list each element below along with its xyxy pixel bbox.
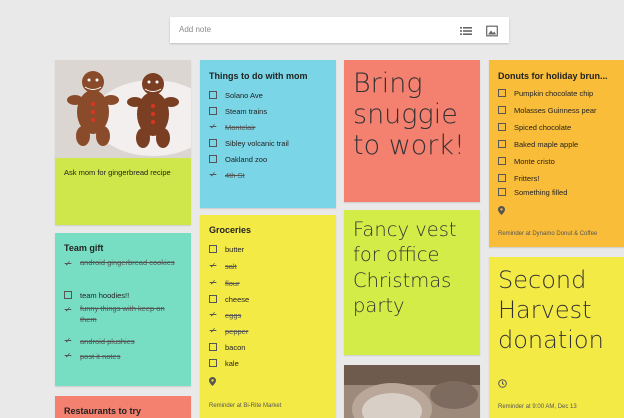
checklist-item[interactable]: Monte cristo [498, 154, 555, 168]
checkbox[interactable] [498, 140, 506, 148]
checklist-item[interactable]: ✓ android plushies [64, 334, 135, 348]
checklist-item[interactable]: kale [209, 356, 239, 370]
checklist-item[interactable]: ✓ eggs [209, 308, 242, 322]
checkbox[interactable] [209, 343, 217, 351]
checkbox[interactable] [498, 123, 506, 131]
image-icon[interactable] [486, 24, 498, 37]
check-icon[interactable]: ✓ [209, 327, 217, 335]
note-team-gift[interactable]: Team gift ✓ android gingerbread cookies t… [55, 233, 191, 386]
check-icon[interactable]: ✓ [209, 171, 217, 179]
checklist-item[interactable]: butter [209, 242, 244, 256]
add-note-input[interactable] [179, 25, 439, 34]
checkbox[interactable] [498, 106, 506, 114]
checklist-item[interactable]: Molasses Guinness pear [498, 103, 597, 117]
note-text: Ask mom for gingerbread recipe [64, 168, 171, 177]
check-icon[interactable]: ✓ [209, 311, 217, 319]
checkbox[interactable] [209, 91, 217, 99]
reminder-text: Reminder at 9:00 AM, Dec 13 [498, 404, 577, 410]
checklist-item[interactable]: ✓ salt [209, 259, 237, 273]
gingerbread-photo [55, 60, 191, 158]
note-text: Fancy vest for office Christmas party [353, 218, 457, 318]
check-icon[interactable]: ✓ [64, 306, 72, 314]
note-text: Second Harvest donation [498, 266, 604, 354]
checklist-item[interactable]: ✓ pepper [209, 324, 249, 338]
checkbox[interactable] [209, 155, 217, 163]
checklist-item[interactable]: Pumpkin chocolate chip [498, 86, 593, 100]
checkbox[interactable] [209, 295, 217, 303]
checklist-item[interactable]: Solano Ave [209, 88, 263, 102]
checklist-item[interactable]: Fritters! [498, 171, 539, 185]
coffee-photo [344, 365, 480, 418]
check-icon[interactable]: ✓ [209, 123, 217, 131]
checklist-item[interactable]: Sibley volcanic trail [209, 136, 289, 150]
note-second-harvest[interactable]: Second Harvest donation Reminder at 9:00… [489, 257, 624, 418]
note-donuts[interactable]: Donuts for holiday brun... Pumpkin choco… [489, 60, 624, 247]
note-bring-snuggie[interactable]: Bring snuggie to work! [344, 60, 480, 202]
note-fancy-vest[interactable]: Fancy vest for office Christmas party [344, 210, 480, 355]
checkbox[interactable] [498, 174, 506, 182]
check-icon[interactable]: ✓ [64, 337, 72, 345]
note-gingerbread[interactable]: Ask mom for gingerbread recipe [55, 60, 191, 225]
checkbox[interactable] [498, 188, 506, 196]
checklist-item[interactable]: cheese [209, 292, 249, 306]
note-things-with-mom[interactable]: Things to do with mom Solano Ave Steam t… [200, 60, 336, 208]
checklist-item[interactable]: Something filled [498, 185, 567, 199]
note-title: Team gift [64, 243, 104, 253]
check-icon[interactable]: ✓ [209, 279, 217, 287]
location-pin-icon [209, 377, 216, 388]
checkbox[interactable] [209, 107, 217, 115]
checklist-item[interactable]: ✓ 4th St [209, 168, 245, 182]
checklist-item[interactable]: team hoodies!! [64, 288, 129, 302]
checklist-item[interactable]: ✓ funny things with keep on them [64, 304, 182, 326]
checkbox[interactable] [498, 157, 506, 165]
checklist-item[interactable]: bacon [209, 340, 245, 354]
checkbox[interactable] [64, 291, 72, 299]
note-photo[interactable] [344, 365, 480, 418]
clock-icon [498, 379, 507, 390]
list-icon[interactable] [460, 24, 472, 36]
checkbox[interactable] [498, 89, 506, 97]
add-note-bar [170, 17, 509, 43]
checklist-item[interactable]: Oakland zoo [209, 152, 267, 166]
note-title: Things to do with mom [209, 71, 308, 81]
note-title: Restaurants to try [64, 406, 142, 416]
check-icon[interactable]: ✓ [64, 352, 72, 360]
checkbox[interactable] [209, 245, 217, 253]
checkbox[interactable] [209, 139, 217, 147]
checklist-item[interactable]: Steam trains [209, 104, 267, 118]
checklist-item[interactable]: ✓ flour [209, 276, 240, 290]
check-icon[interactable]: ✓ [209, 262, 217, 270]
note-restaurants[interactable]: Restaurants to try [55, 396, 191, 418]
checklist-item[interactable]: Baked maple apple [498, 137, 578, 151]
reminder-text: Reminder at Bi-Rite Market [209, 403, 282, 409]
checklist-item[interactable]: ✓ Montclair [209, 120, 256, 134]
note-title: Donuts for holiday brun... [498, 71, 608, 81]
checklist-item[interactable]: ✓ post it notes [64, 349, 121, 363]
note-title: Groceries [209, 225, 252, 235]
checkbox[interactable] [209, 359, 217, 367]
note-groceries[interactable]: Groceries butter ✓ salt ✓ flour cheese ✓ eg… [200, 215, 336, 418]
check-icon[interactable]: ✓ [64, 260, 72, 268]
note-text: Bring snuggie to work! [353, 68, 465, 162]
location-pin-icon [498, 206, 505, 217]
reminder-text: Reminder at Dynamo Donut & Coffee [498, 231, 598, 237]
checklist-item[interactable]: Spiced chocolate [498, 120, 571, 134]
checklist-item[interactable]: ✓ android gingerbread cookies [64, 258, 182, 269]
